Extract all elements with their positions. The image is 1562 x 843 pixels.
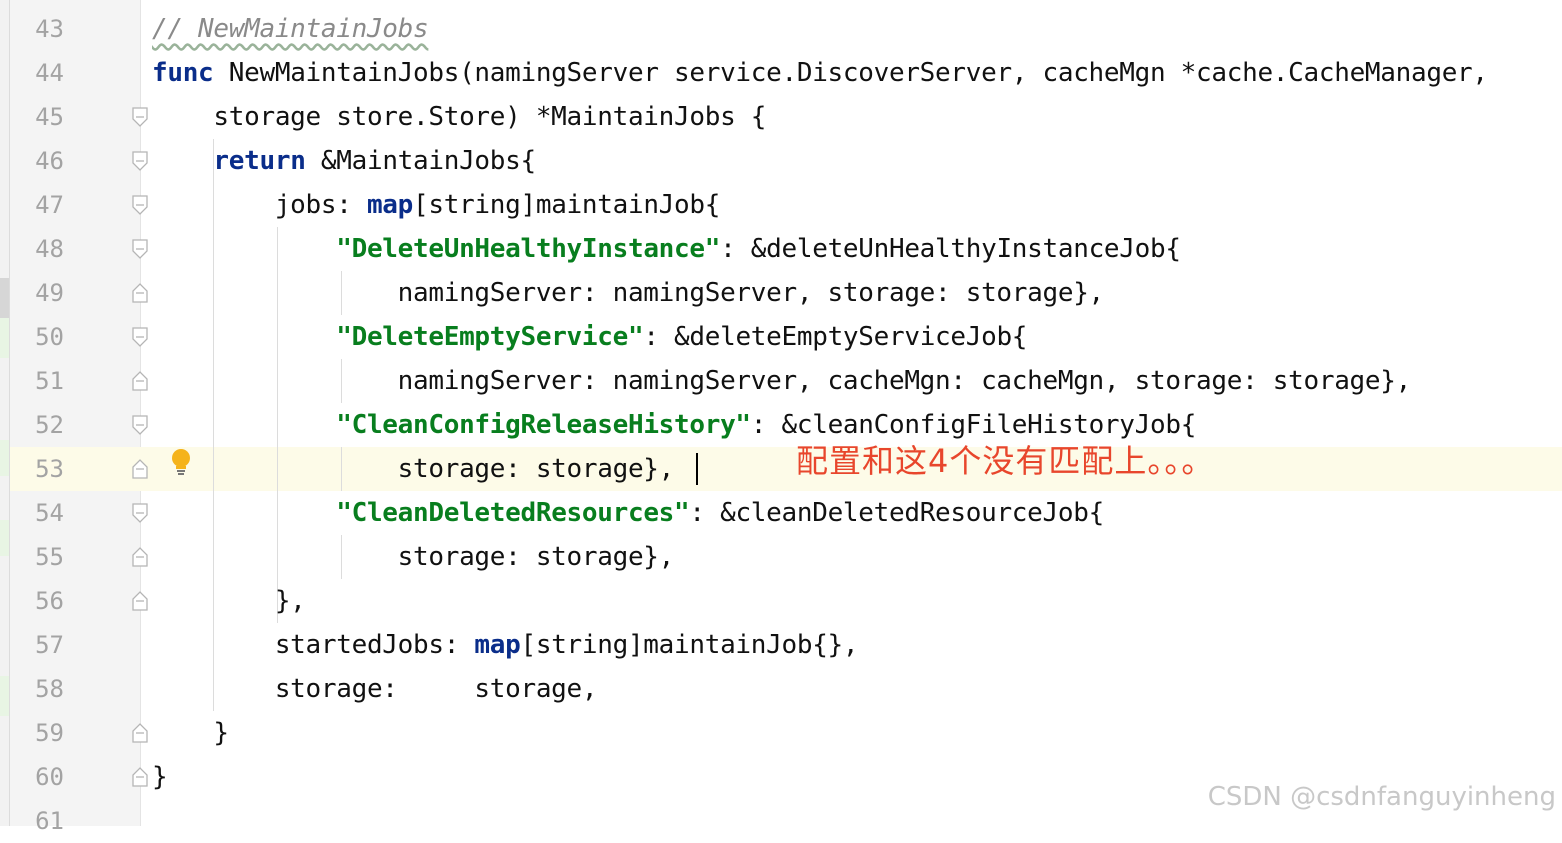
- code-line[interactable]: storage: storage,: [152, 667, 598, 711]
- code-token-plain: storage store.Store) *MaintainJobs {: [152, 102, 767, 132]
- code-token-string: "DeleteUnHealthyInstance": [336, 234, 721, 264]
- fold-open-icon[interactable]: [131, 238, 148, 260]
- line-number[interactable]: 61: [14, 799, 64, 843]
- code-token-plain: startedJobs:: [152, 630, 475, 660]
- fold-open-icon[interactable]: [131, 194, 148, 216]
- code-line[interactable]: namingServer: namingServer, cacheMgn: ca…: [152, 359, 1412, 403]
- line-number[interactable]: 54: [14, 491, 64, 535]
- line-number[interactable]: 51: [14, 359, 64, 403]
- code-line[interactable]: }: [152, 711, 229, 755]
- line-number[interactable]: 43: [14, 7, 64, 51]
- code-line[interactable]: jobs: map[string]maintainJob{: [152, 183, 721, 227]
- code-token-string: "CleanDeletedResources": [336, 498, 690, 528]
- line-number[interactable]: 55: [14, 535, 64, 579]
- line-number[interactable]: 50: [14, 315, 64, 359]
- line-number[interactable]: 48: [14, 227, 64, 271]
- code-token-keyword: map: [366, 190, 414, 220]
- line-number[interactable]: 52: [14, 403, 64, 447]
- code-line[interactable]: // NewMaintainJobs: [152, 7, 429, 51]
- text-caret: [696, 453, 698, 485]
- code-token-plain: [string]maintainJob{: [413, 190, 721, 220]
- fold-close-icon[interactable]: [131, 766, 148, 788]
- fold-open-icon[interactable]: [131, 502, 148, 524]
- line-number[interactable]: 46: [14, 139, 64, 183]
- code-token-keyword: func: [152, 58, 214, 88]
- code-line[interactable]: "CleanDeletedResources": &cleanDeletedRe…: [152, 491, 1104, 535]
- code-line[interactable]: return &MaintainJobs{: [152, 139, 536, 183]
- code-token-plain: }: [152, 762, 168, 792]
- code-token-plain: NewMaintainJobs(namingServer service.Dis…: [213, 58, 1488, 88]
- code-token-string: "CleanConfigReleaseHistory": [336, 410, 751, 440]
- editor-left-strip: [0, 0, 10, 826]
- change-marker: [0, 520, 9, 556]
- code-token-plain: : &deleteUnHealthyInstanceJob{: [720, 234, 1181, 264]
- code-line[interactable]: "DeleteUnHealthyInstance": &deleteUnHeal…: [152, 227, 1181, 271]
- code-token-plain: storage: storage},: [152, 454, 675, 484]
- line-number[interactable]: 45: [14, 95, 64, 139]
- code-line[interactable]: },: [152, 579, 306, 623]
- line-number[interactable]: 57: [14, 623, 64, 667]
- code-token-plain: },: [152, 586, 306, 616]
- code-token-plain: namingServer: namingServer, storage: sto…: [152, 278, 1105, 308]
- code-token-plain: namingServer: namingServer, cacheMgn: ca…: [152, 366, 1412, 396]
- code-token-plain: storage: storage,: [152, 674, 598, 704]
- code-token-plain: : &cleanDeletedResourceJob{: [689, 498, 1104, 528]
- fold-open-icon[interactable]: [131, 150, 148, 172]
- fold-close-icon[interactable]: [131, 370, 148, 392]
- code-line[interactable]: storage store.Store) *MaintainJobs {: [152, 95, 766, 139]
- lightbulb-icon[interactable]: [170, 448, 192, 478]
- change-marker: [0, 440, 9, 476]
- change-marker: [0, 676, 9, 716]
- line-number[interactable]: 58: [14, 667, 64, 711]
- code-token-plain: [string]maintainJob{},: [520, 630, 859, 660]
- code-token-plain: storage: storage},: [152, 542, 675, 572]
- scroll-marker: [0, 278, 9, 318]
- code-token-comment: // NewMaintainJobs: [152, 14, 429, 44]
- code-line[interactable]: }: [152, 755, 168, 799]
- code-line[interactable]: storage: storage},: [152, 535, 675, 579]
- code-token-plain: jobs:: [152, 190, 367, 220]
- fold-open-icon[interactable]: [131, 106, 148, 128]
- line-number[interactable]: 60: [14, 755, 64, 799]
- fold-close-icon[interactable]: [131, 722, 148, 744]
- code-token-string: "DeleteEmptyService": [336, 322, 644, 352]
- annotation-text: 配置和这4个没有匹配上。。。: [796, 442, 1215, 480]
- line-number[interactable]: 47: [14, 183, 64, 227]
- fold-close-icon[interactable]: [131, 282, 148, 304]
- line-number[interactable]: 53: [14, 447, 64, 491]
- code-line[interactable]: startedJobs: map[string]maintainJob{},: [152, 623, 859, 667]
- code-token-keyword: return: [213, 146, 306, 176]
- code-line[interactable]: storage: storage},: [152, 447, 675, 491]
- line-number[interactable]: 56: [14, 579, 64, 623]
- fold-close-icon[interactable]: [131, 590, 148, 612]
- fold-close-icon[interactable]: [131, 458, 148, 480]
- code-token-plain: &MaintainJobs{: [305, 146, 536, 176]
- fold-open-icon[interactable]: [131, 326, 148, 348]
- code-line[interactable]: namingServer: namingServer, storage: sto…: [152, 271, 1105, 315]
- fold-open-icon[interactable]: [131, 414, 148, 436]
- fold-close-icon[interactable]: [131, 546, 148, 568]
- line-number[interactable]: 59: [14, 711, 64, 755]
- code-line[interactable]: func NewMaintainJobs(namingServer servic…: [152, 51, 1488, 95]
- code-token-plain: : &deleteEmptyServiceJob{: [643, 322, 1028, 352]
- change-marker: [0, 318, 9, 358]
- code-line[interactable]: "DeleteEmptyService": &deleteEmptyServic…: [152, 315, 1027, 359]
- line-number[interactable]: 49: [14, 271, 64, 315]
- line-number[interactable]: 44: [14, 51, 64, 95]
- watermark-text: CSDN @csdnfanguyinheng: [1207, 782, 1556, 812]
- code-token-plain: }: [152, 718, 229, 748]
- code-token-keyword: map: [474, 630, 521, 660]
